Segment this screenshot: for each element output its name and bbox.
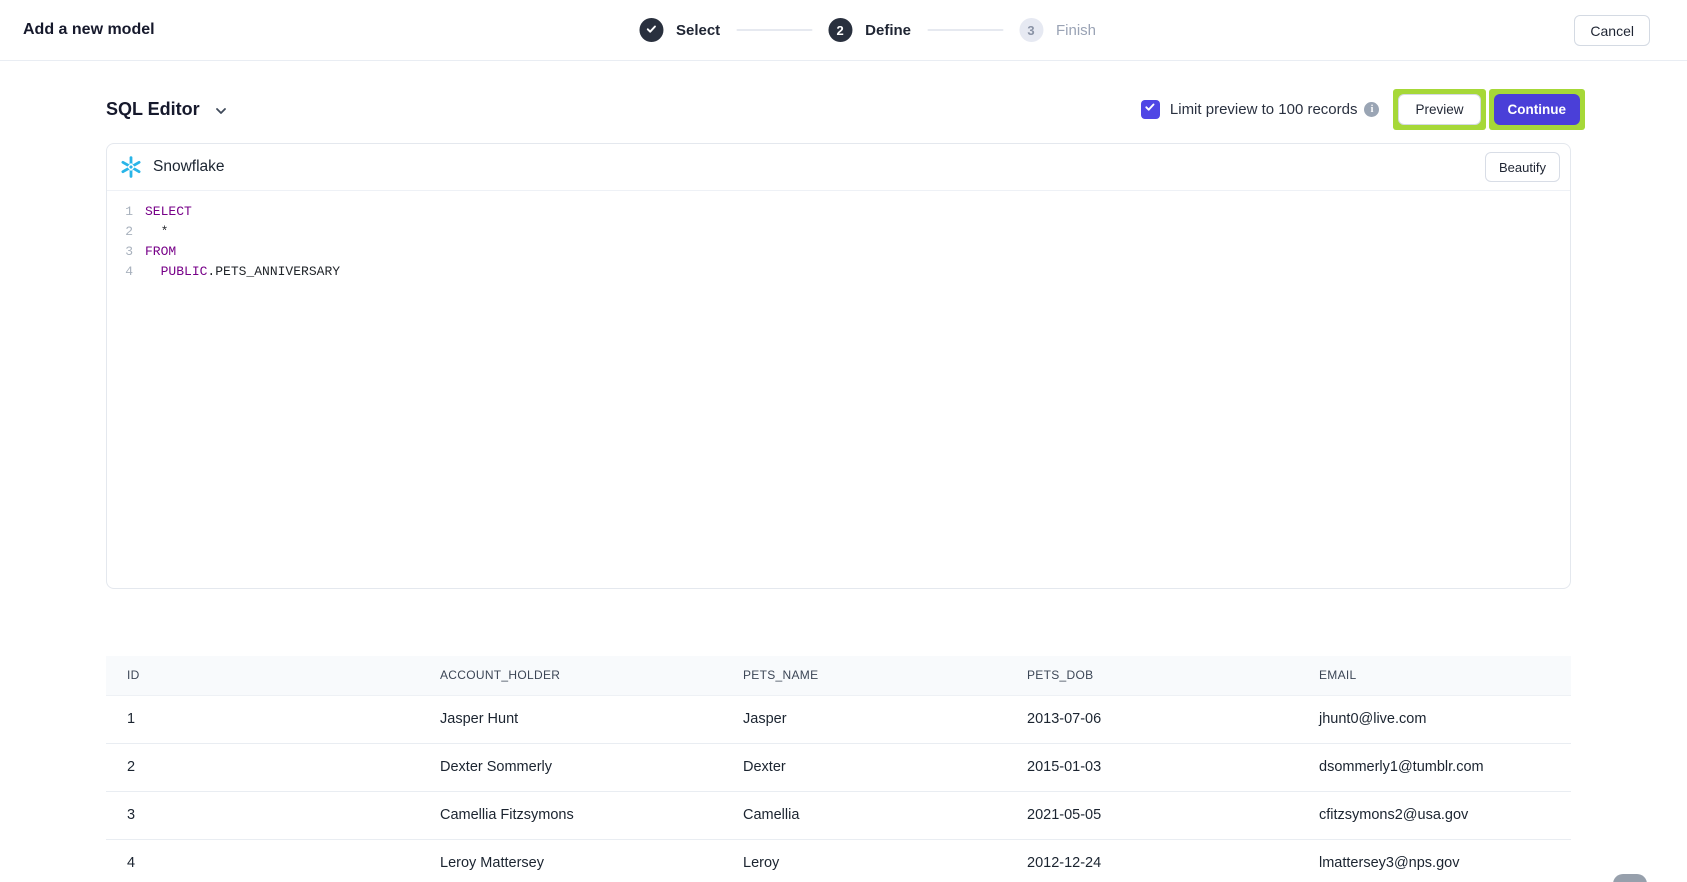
step-finish: 3 Finish	[1019, 18, 1096, 42]
sql-editor-card: Snowflake Beautify 1SELECT2 *3FROM4 PUBL…	[106, 143, 1571, 589]
step-define-circle: 2	[828, 18, 852, 42]
table-cell: 2015-01-03	[1006, 743, 1298, 791]
step-connector	[927, 29, 1003, 31]
table-cell: 1	[106, 695, 419, 743]
table-cell: 2012-12-24	[1006, 839, 1298, 882]
stepper: Select 2 Define 3 Finish	[639, 18, 1096, 42]
check-icon	[645, 23, 657, 38]
code-line: 3 FROM	[107, 242, 1570, 262]
editor-type-label: SQL Editor	[106, 99, 200, 120]
table-header-row: IDACCOUNT_HOLDERPETS_NAMEPETS_DOBEMAIL	[106, 656, 1571, 695]
table-cell: 2013-07-06	[1006, 695, 1298, 743]
page-title: Add a new model	[23, 21, 155, 39]
snowflake-icon	[119, 155, 143, 179]
table-cell: lmattersey3@nps.gov	[1298, 839, 1571, 882]
table-cell: Jasper	[722, 695, 1006, 743]
toolbar-right: Limit preview to 100 records i Preview C…	[1141, 89, 1585, 130]
code-text: SELECT	[145, 202, 192, 222]
table-row: 4Leroy MatterseyLeroy2012-12-24lmatterse…	[106, 839, 1571, 882]
column-header: PETS_NAME	[722, 656, 1006, 695]
column-header: ACCOUNT_HOLDER	[419, 656, 722, 695]
table-cell: jhunt0@live.com	[1298, 695, 1571, 743]
continue-button[interactable]: Continue	[1494, 94, 1581, 125]
editor-type-dropdown[interactable]: SQL Editor	[106, 99, 229, 120]
table-cell: 3	[106, 791, 419, 839]
preview-button[interactable]: Preview	[1398, 94, 1480, 125]
column-header: PETS_DOB	[1006, 656, 1298, 695]
step-select-circle	[639, 18, 663, 42]
chevron-down-icon	[213, 100, 229, 119]
line-number: 3	[107, 242, 133, 262]
preview-highlight-box: Preview	[1393, 89, 1485, 130]
code-area[interactable]: 1SELECT2 *3FROM4 PUBLIC.PETS_ANNIVERSARY	[107, 191, 1570, 282]
table-cell: Camellia	[722, 791, 1006, 839]
preview-table: IDACCOUNT_HOLDERPETS_NAMEPETS_DOBEMAIL 1…	[106, 656, 1571, 882]
source-name: Snowflake	[153, 158, 225, 176]
table-cell: Jasper Hunt	[419, 695, 722, 743]
table-cell: Leroy Mattersey	[419, 839, 722, 882]
step-finish-label: Finish	[1056, 22, 1096, 39]
column-header: EMAIL	[1298, 656, 1571, 695]
cancel-button[interactable]: Cancel	[1574, 15, 1650, 46]
line-number: 1	[107, 202, 133, 222]
step-define-label: Define	[865, 22, 911, 39]
step-connector	[736, 29, 812, 31]
table-cell: Camellia Fitzsymons	[419, 791, 722, 839]
line-number: 2	[107, 222, 133, 242]
table-cell: 4	[106, 839, 419, 882]
table-row: 1Jasper HuntJasper2013-07-06jhunt0@live.…	[106, 695, 1571, 743]
step-finish-circle: 3	[1019, 18, 1043, 42]
code-text: PUBLIC.PETS_ANNIVERSARY	[145, 262, 340, 282]
continue-highlight-box: Continue	[1489, 89, 1586, 130]
table-cell: cfitzsymons2@usa.gov	[1298, 791, 1571, 839]
code-text: FROM	[145, 242, 176, 262]
table-cell: Leroy	[722, 839, 1006, 882]
toolbar: SQL Editor Limit preview to 100 records …	[106, 83, 1585, 135]
chat-widget[interactable]	[1613, 874, 1647, 882]
sql-card-header: Snowflake Beautify	[107, 144, 1570, 191]
top-header: Add a new model Select 2 Define 3 Finish…	[0, 0, 1687, 61]
step-define: 2 Define	[828, 18, 911, 42]
limit-preview-label: Limit preview to 100 records	[1170, 101, 1358, 118]
step-select: Select	[639, 18, 720, 42]
table-row: 2Dexter SommerlyDexter2015-01-03dsommerl…	[106, 743, 1571, 791]
code-line: 1 SELECT	[107, 202, 1570, 222]
step-select-label: Select	[676, 22, 720, 39]
code-text: *	[145, 222, 168, 242]
limit-preview-checkbox[interactable]	[1141, 100, 1160, 119]
table-body: 1Jasper HuntJasper2013-07-06jhunt0@live.…	[106, 695, 1571, 882]
info-icon[interactable]: i	[1364, 102, 1379, 117]
table-cell: Dexter	[722, 743, 1006, 791]
table-cell: dsommerly1@tumblr.com	[1298, 743, 1571, 791]
line-number: 4	[107, 262, 133, 282]
table-cell: 2021-05-05	[1006, 791, 1298, 839]
table-cell: Dexter Sommerly	[419, 743, 722, 791]
checkbox-check-icon	[1144, 100, 1156, 118]
column-header: ID	[106, 656, 419, 695]
table-cell: 2	[106, 743, 419, 791]
beautify-button[interactable]: Beautify	[1485, 152, 1560, 182]
code-line: 4 PUBLIC.PETS_ANNIVERSARY	[107, 262, 1570, 282]
code-line: 2 *	[107, 222, 1570, 242]
table-row: 3Camellia FitzsymonsCamellia2021-05-05cf…	[106, 791, 1571, 839]
